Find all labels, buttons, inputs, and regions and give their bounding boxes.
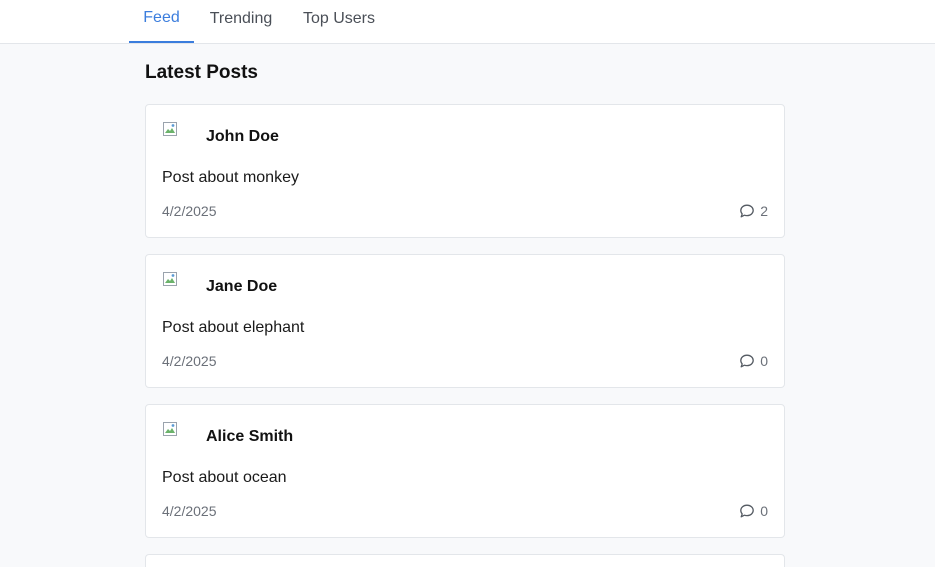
post-date: 4/2/2025 [162,353,217,369]
post-content: Post about ocean [162,469,287,486]
comment-icon [740,504,755,518]
comments-button[interactable]: 0 [739,352,768,370]
comment-icon [740,354,755,368]
author-avatar[interactable] [162,271,190,301]
post-card[interactable]: John Doe Post about monkey 4/2/2025 2 [145,104,785,238]
broken-image-icon [163,422,177,436]
post-card[interactable] [145,554,785,567]
broken-image-icon [163,122,177,136]
post-card[interactable]: Jane Doe Post about elephant 4/2/2025 0 [145,254,785,388]
comments-button[interactable]: 0 [739,502,768,520]
comment-count: 2 [760,203,768,219]
broken-image-icon [163,272,177,286]
comment-count: 0 [760,503,768,519]
author-avatar[interactable] [162,421,190,451]
post-author[interactable]: Alice Smith [206,428,293,446]
post-author[interactable]: John Doe [206,128,279,146]
post-date: 4/2/2025 [162,503,217,519]
post-card[interactable]: Alice Smith Post about ocean 4/2/2025 0 [145,404,785,538]
post-date: 4/2/2025 [162,203,217,219]
author-avatar[interactable] [162,121,190,151]
tab-trending[interactable]: Trending [194,0,288,43]
comment-count: 0 [760,353,768,369]
post-content: Post about elephant [162,319,305,336]
comment-icon [740,204,755,218]
post-author[interactable]: Jane Doe [206,278,277,296]
comments-button[interactable]: 2 [739,202,768,220]
tab-top-users[interactable]: Top Users [288,0,390,43]
post-content: Post about monkey [162,169,299,186]
tab-feed[interactable]: Feed [129,0,194,43]
top-navigation: Feed Trending Top Users [0,0,935,44]
page-title: Latest Posts [145,62,258,83]
